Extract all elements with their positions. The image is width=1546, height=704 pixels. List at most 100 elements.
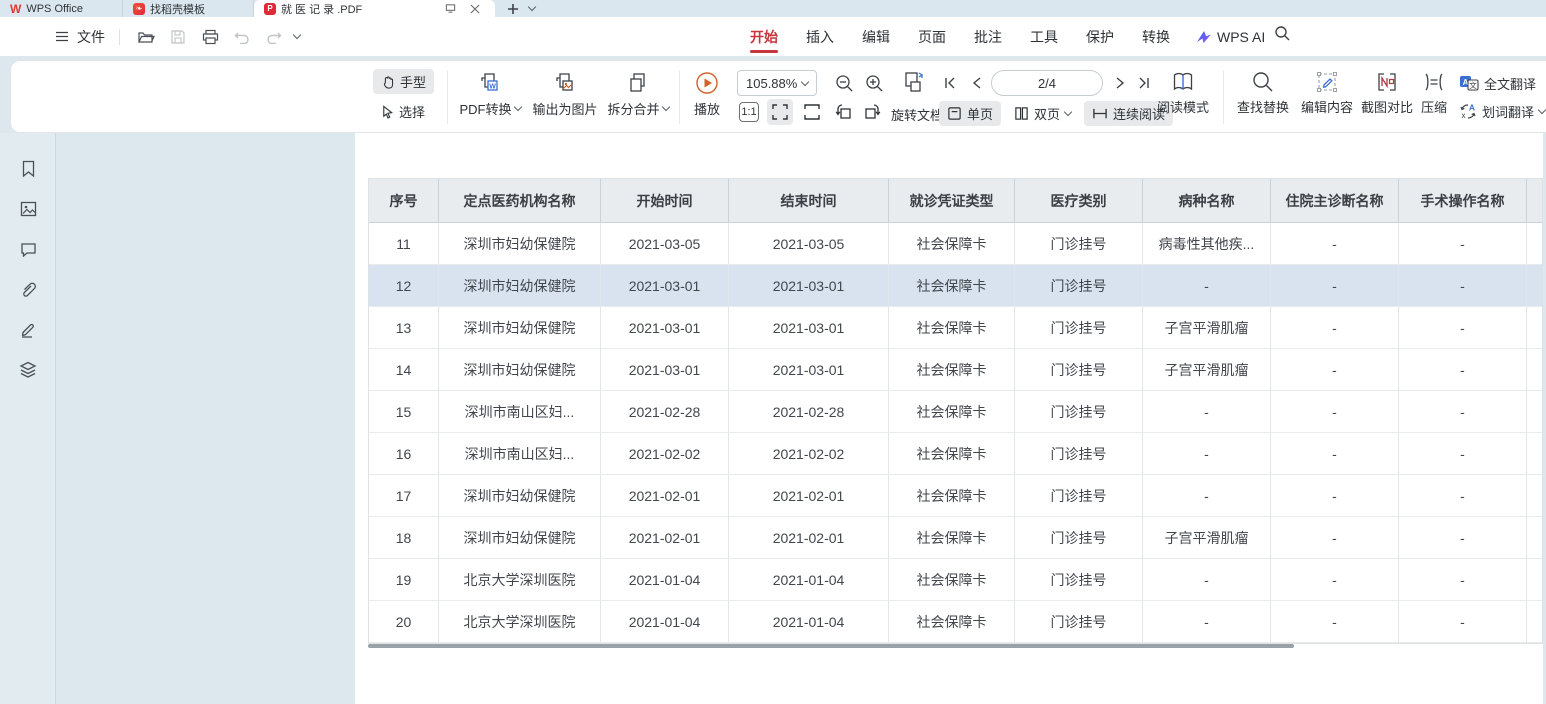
fit-width-icon[interactable] (767, 99, 793, 125)
menu-protect[interactable]: 保护 (1072, 17, 1128, 56)
search-icon[interactable] (1274, 25, 1291, 42)
rotate-left-icon[interactable] (831, 99, 857, 125)
table-cell: 2021-01-04 (729, 601, 889, 642)
chevron-down-icon[interactable] (293, 31, 301, 39)
tab-label: 就 医 记 录 .PDF (281, 1, 362, 17)
bookmark-icon[interactable] (18, 159, 38, 179)
file-menu[interactable]: 文件 (77, 27, 105, 47)
menu-annotate[interactable]: 批注 (960, 17, 1016, 56)
print-icon[interactable] (198, 25, 222, 49)
screenshot-compare-button[interactable]: 截图对比 (1357, 70, 1417, 116)
table-cell: 门诊挂号 (1015, 265, 1143, 306)
table-row[interactable]: 18深圳市妇幼保健院2021-02-012021-02-01社会保障卡门诊挂号子… (369, 517, 1542, 559)
double-page-button[interactable]: 双页 (1006, 101, 1079, 126)
pdf-convert-button[interactable]: W PDF转换 (454, 70, 526, 118)
table-cell: - (1399, 223, 1527, 264)
table-cell: 2021-03-05 (601, 223, 729, 264)
table-cell: 2021-03-01 (601, 349, 729, 390)
save-icon[interactable] (166, 25, 190, 49)
menu-convert[interactable]: 转换 (1128, 17, 1184, 56)
table-cell: 14 (369, 349, 439, 390)
pdf-page: 序号 定点医药机构名称 开始时间 结束时间 就诊凭证类型 医疗类别 病种名称 住… (355, 133, 1543, 704)
divider (1223, 70, 1224, 124)
wps-logo-icon: W (10, 3, 21, 15)
hand-tool-button[interactable]: 手型 (373, 69, 434, 94)
table-row[interactable]: 19北京大学深圳医院2021-01-042021-01-04社会保障卡门诊挂号-… (369, 559, 1542, 601)
hamburger-icon[interactable] (55, 31, 69, 42)
menu-edit[interactable]: 编辑 (848, 17, 904, 56)
next-page-icon[interactable] (1109, 72, 1131, 94)
table-row[interactable]: 17深圳市妇幼保健院2021-02-012021-02-01社会保障卡门诊挂号-… (369, 475, 1542, 517)
tab-wps-office[interactable]: W WPS Office (0, 0, 123, 17)
play-button[interactable]: 播放 (683, 70, 731, 118)
table-cell: 深圳市妇幼保健院 (439, 517, 601, 558)
zoom-in-icon[interactable] (861, 70, 887, 96)
table-cell: 社会保障卡 (889, 559, 1015, 600)
table-row[interactable]: 13深圳市妇幼保健院2021-03-012021-03-01社会保障卡门诊挂号子… (369, 307, 1542, 349)
table-row[interactable]: 14深圳市妇幼保健院2021-03-012021-03-01社会保障卡门诊挂号子… (369, 349, 1542, 391)
tab-document-pdf[interactable]: P 就 医 记 录 .PDF (254, 0, 495, 17)
table-cell: - (1271, 349, 1399, 390)
layers-icon[interactable] (18, 359, 38, 379)
svg-text:x: x (1462, 111, 1466, 120)
edit-content-button[interactable]: 编辑内容 (1295, 70, 1359, 116)
split-merge-button[interactable]: 拆分合并 (603, 70, 673, 118)
table-cell: - (1399, 475, 1527, 516)
word-translate-button[interactable]: x A 划词翻译 (1459, 102, 1545, 121)
table-cell: 18 (369, 517, 439, 558)
rotate-doc-label[interactable]: 旋转文档 (891, 105, 943, 124)
undo-icon[interactable] (230, 25, 254, 49)
new-tab-plus-icon[interactable] (507, 3, 519, 15)
zoom-level-select[interactable]: 105.88% (737, 70, 817, 96)
tab-docer-templates[interactable]: ❧ 找稻壳模板 (123, 0, 254, 17)
attachment-icon[interactable] (18, 279, 38, 299)
read-mode-button[interactable]: 阅读模式 (1151, 70, 1215, 116)
table-cell: 深圳市妇幼保健院 (439, 307, 601, 348)
screenshot-compare-icon (1375, 70, 1399, 94)
select-tool-button[interactable]: 选择 (373, 99, 433, 124)
svg-text:A: A (1469, 103, 1475, 113)
folder-open-icon[interactable] (134, 25, 158, 49)
page-number-input[interactable]: 2/4 (991, 70, 1103, 96)
hand-icon (381, 75, 395, 89)
table-row[interactable]: 15深圳市南山区妇...2021-02-282021-02-28社会保障卡门诊挂… (369, 391, 1542, 433)
full-translate-button[interactable]: A 文 全文翻译 (1459, 74, 1536, 93)
table-cell: 20 (369, 601, 439, 642)
image-icon[interactable] (18, 199, 38, 219)
menu-tools[interactable]: 工具 (1016, 17, 1072, 56)
find-replace-button[interactable]: 查找替换 (1231, 70, 1295, 116)
comment-icon[interactable] (18, 239, 38, 259)
table-row[interactable]: 16深圳市南山区妇...2021-02-022021-02-02社会保障卡门诊挂… (369, 433, 1542, 475)
compress-button[interactable]: 压缩 (1411, 70, 1457, 116)
fit-page-icon[interactable] (799, 99, 825, 125)
single-page-button[interactable]: 单页 (939, 101, 1001, 126)
window-icon[interactable] (440, 3, 460, 14)
table-cell-sliver (1527, 349, 1542, 390)
wps-ai-button[interactable]: WPS AI (1184, 29, 1277, 45)
table-cell-sliver (1527, 391, 1542, 432)
first-page-icon[interactable] (939, 72, 961, 94)
menu-page[interactable]: 页面 (904, 17, 960, 56)
table-horizontal-scrollbar[interactable] (368, 644, 1294, 648)
table-row[interactable]: 20北京大学深圳医院2021-01-042021-01-04社会保障卡门诊挂号-… (369, 601, 1542, 643)
actual-size-icon[interactable]: 1:1 (739, 102, 759, 122)
signature-icon[interactable] (18, 319, 38, 339)
table-cell: 2021-02-01 (601, 475, 729, 516)
table-row[interactable]: 11深圳市妇幼保健院2021-03-052021-03-05社会保障卡门诊挂号病… (369, 223, 1542, 265)
table-cell: - (1143, 475, 1271, 516)
table-row[interactable]: 12深圳市妇幼保健院2021-03-012021-03-01社会保障卡门诊挂号-… (369, 265, 1542, 307)
prev-page-icon[interactable] (965, 72, 987, 94)
export-image-button[interactable]: 输出为图片 (529, 70, 601, 118)
tab-list-chevron-icon[interactable] (528, 3, 536, 11)
rotate-right-icon[interactable] (859, 99, 885, 125)
tab-bar: W WPS Office ❧ 找稻壳模板 P 就 医 记 录 .PDF (0, 0, 1546, 17)
rotate-pages-icon[interactable] (901, 69, 927, 95)
cursor-icon (381, 105, 394, 119)
document-area: 序号 定点医药机构名称 开始时间 结束时间 就诊凭证类型 医疗类别 病种名称 住… (0, 133, 1546, 704)
close-icon[interactable] (465, 4, 485, 14)
menu-insert[interactable]: 插入 (792, 17, 848, 56)
redo-icon[interactable] (262, 25, 286, 49)
menu-home[interactable]: 开始 (736, 17, 792, 56)
zoom-out-icon[interactable] (831, 70, 857, 96)
play-icon (694, 70, 720, 96)
